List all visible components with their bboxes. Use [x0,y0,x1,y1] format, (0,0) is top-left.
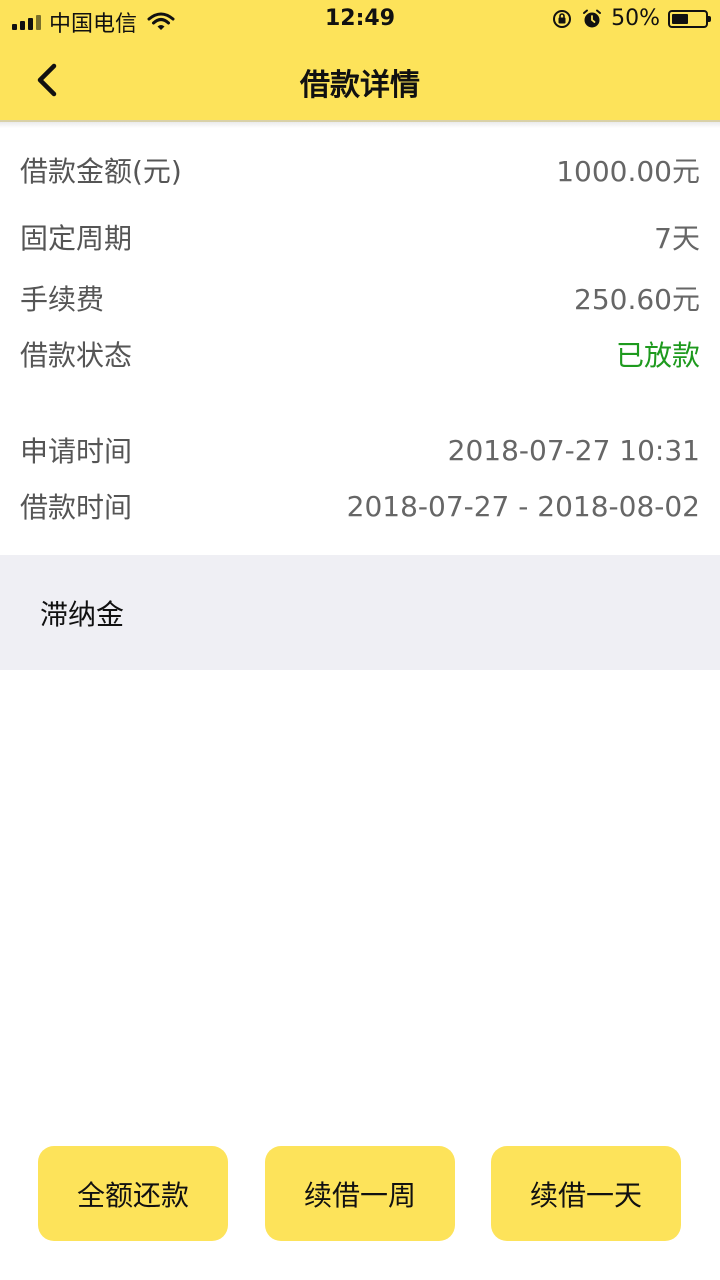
battery-percent: 50% [611,6,660,31]
detail-row-status: 借款状态 已放款 [20,334,700,374]
detail-label: 固定周期 [20,222,133,255]
detail-value: 1000.00元 [556,155,700,188]
detail-value: 2018-07-27 10:31 [447,433,700,467]
detail-label: 手续费 [20,283,105,316]
renew-day-button[interactable]: 续借一天 [491,1146,681,1241]
nav-shadow [0,122,720,128]
page-title: 借款详情 [300,68,420,103]
detail-row-amount: 借款金额(元) 1000.00元 [20,150,700,190]
detail-value: 250.60元 [574,283,700,316]
late-fee-section: 滞纳金 [0,555,720,670]
status-bar-right: 50% [551,6,711,31]
battery-level [672,13,688,24]
detail-row-loan-period: 借款时间 2018-07-27 - 2018-08-02 [20,486,700,526]
nav-bar: 借款详情 [0,40,720,122]
status-bar: 中国电信 12:49 50% [0,0,720,40]
detail-label: 借款金额(元) [20,155,182,188]
battery-icon [668,9,711,28]
detail-row-period: 固定周期 7天 [20,217,700,257]
detail-row-apply-time: 申请时间 2018-07-27 10:31 [20,430,700,470]
detail-value: 2018-07-27 - 2018-08-02 [346,489,700,523]
detail-label: 借款时间 [20,491,133,524]
renew-week-button[interactable]: 续借一周 [265,1146,455,1241]
detail-row-fee: 手续费 250.60元 [20,278,700,318]
loan-status-value: 已放款 [615,339,700,372]
full-repayment-button[interactable]: 全额还款 [38,1146,228,1241]
detail-value: 7天 [654,222,700,255]
alarm-icon [583,9,602,27]
detail-label: 申请时间 [20,435,133,468]
orientation-lock-icon [553,9,572,28]
late-fee-title: 滞纳金 [40,598,125,631]
detail-label: 借款状态 [20,339,133,372]
